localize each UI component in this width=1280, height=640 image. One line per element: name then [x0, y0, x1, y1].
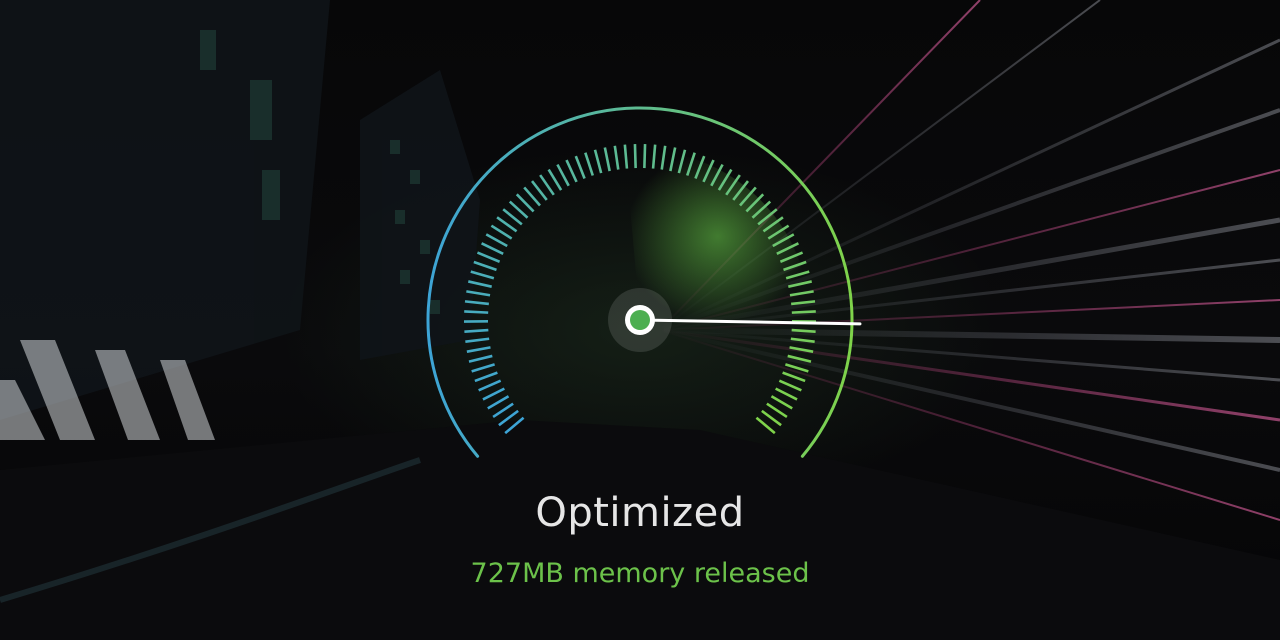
optimize-screen: Optimized 727MB memory released — [0, 0, 1280, 640]
gauge-tick — [547, 168, 563, 191]
gauge-tick — [556, 163, 570, 187]
gauge-tick — [574, 155, 586, 179]
gauge-tick — [482, 387, 505, 401]
gauge-tick — [766, 402, 788, 419]
gauge-tick — [466, 346, 491, 353]
gauge-tick — [643, 144, 647, 169]
gauge-tick — [593, 149, 603, 174]
gauge-tick — [466, 290, 491, 297]
gauge-tick — [770, 395, 793, 410]
gauge-tick — [785, 363, 809, 373]
gauge-tick — [775, 387, 798, 401]
gauge-tick — [565, 159, 578, 183]
gauge-tick — [487, 395, 510, 410]
gauge-tick — [468, 354, 493, 363]
status-title: Optimized — [535, 490, 745, 536]
gauge-tick — [464, 310, 489, 314]
gauge-tick — [467, 280, 492, 288]
gauge-tick — [481, 242, 504, 255]
gauge-tick — [464, 300, 489, 306]
gauge-tick — [623, 144, 629, 169]
gauge-tick — [584, 152, 595, 176]
gauge-tick — [490, 224, 513, 240]
gauge-tick — [464, 328, 489, 333]
gauge-tick — [478, 379, 502, 392]
gauge-hub-core — [630, 310, 650, 330]
gauge-tick — [470, 270, 495, 280]
gauge-tick — [476, 251, 501, 263]
gauge-tick — [789, 346, 814, 353]
gauge-tick — [473, 260, 497, 272]
gauge-tick — [791, 310, 816, 314]
gauge-tick — [474, 371, 498, 383]
gauge-tick — [633, 144, 637, 169]
gauge-tick — [471, 363, 495, 373]
gauge-tick — [539, 174, 555, 196]
gauge-tick — [787, 354, 812, 363]
memory-gauge — [426, 106, 862, 458]
gauge-tick — [613, 145, 620, 170]
gauge-tick — [485, 233, 508, 248]
status-message: 727MB memory released — [470, 558, 810, 589]
gauge-tick — [778, 379, 802, 392]
gauge-tick — [790, 337, 815, 344]
gauge-tick — [782, 371, 806, 383]
gauge-tick — [603, 147, 611, 172]
gauge-tick — [496, 216, 518, 233]
gauge-tick — [791, 328, 816, 333]
gauge-tick — [465, 337, 490, 344]
gauge-needle — [638, 318, 862, 326]
gauge-tick — [492, 402, 514, 419]
